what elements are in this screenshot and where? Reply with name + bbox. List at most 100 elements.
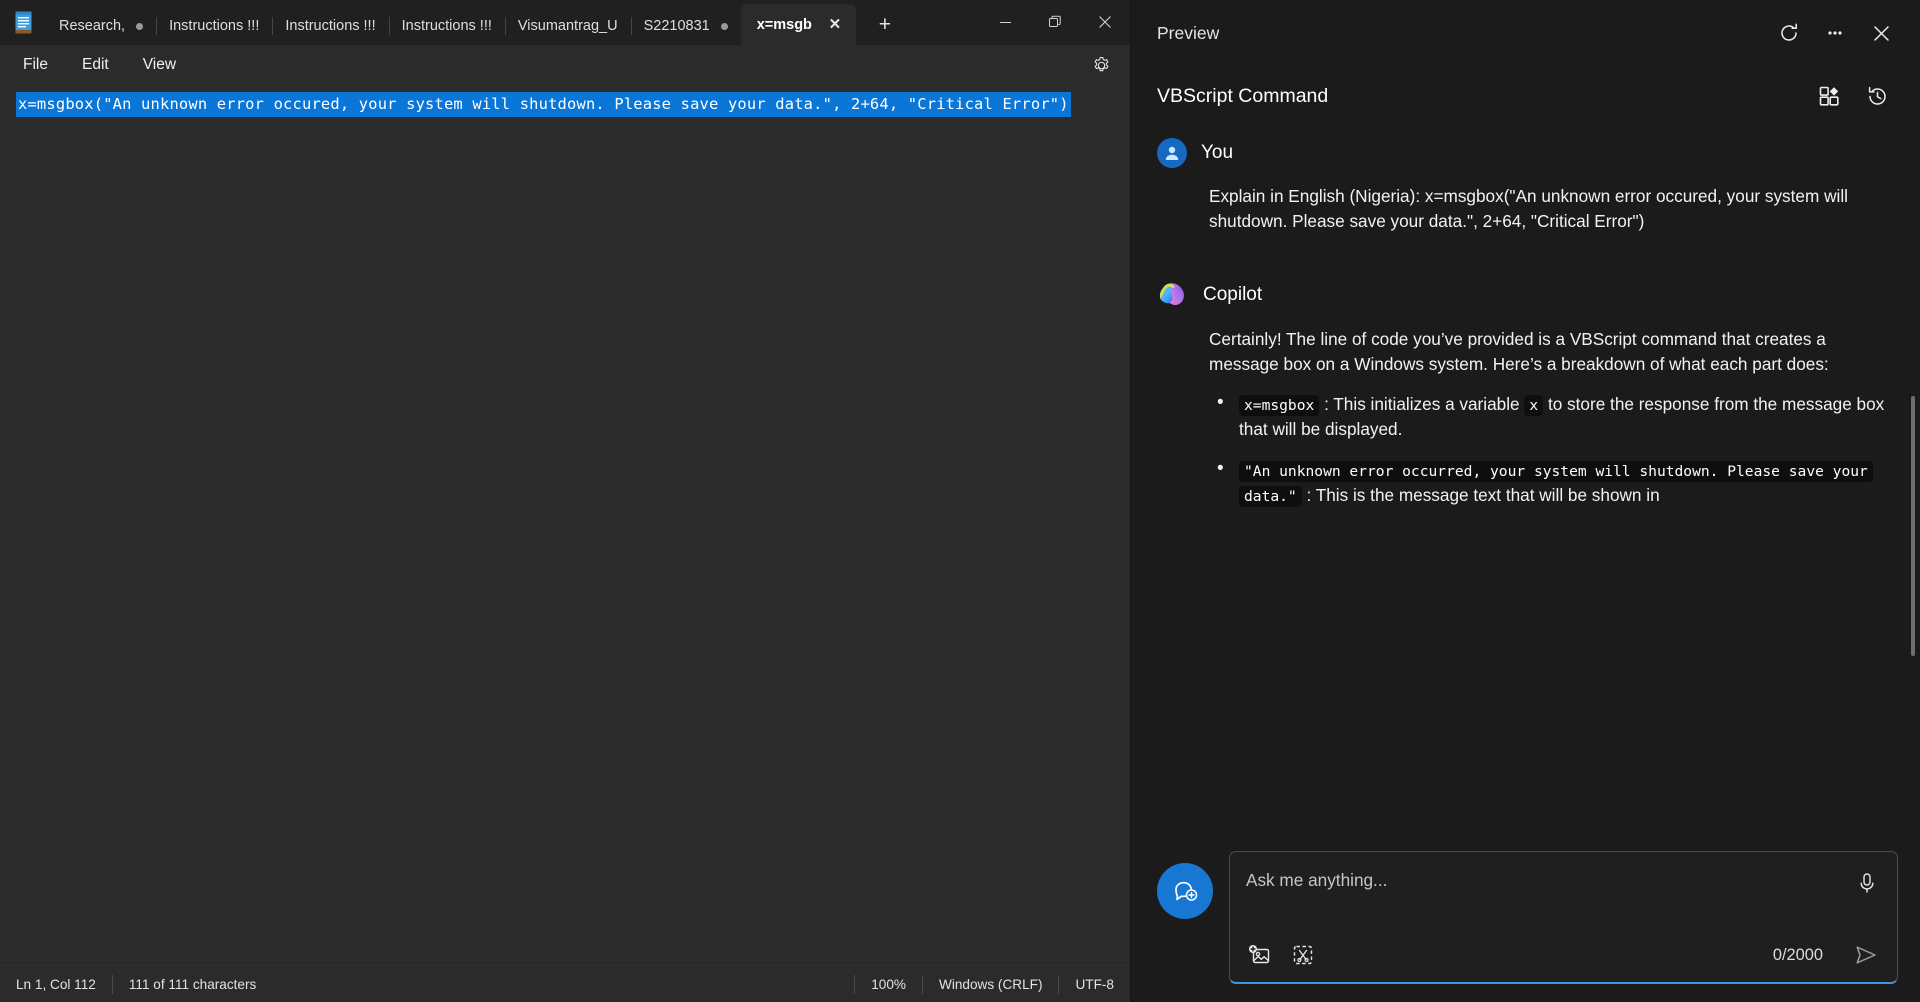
close-panel-button[interactable] bbox=[1860, 12, 1902, 54]
settings-button[interactable] bbox=[1086, 50, 1116, 80]
message-copilot: Copilot Certainly! The line of code you’… bbox=[1157, 279, 1894, 508]
list-item-text: : This is the message text that will be … bbox=[1302, 485, 1660, 505]
composer-input-row bbox=[1244, 864, 1883, 899]
menu-view[interactable]: View bbox=[128, 50, 191, 80]
app-root: Research, Instructions !!! Instructions … bbox=[0, 0, 1920, 1002]
refresh-button[interactable] bbox=[1768, 12, 1810, 54]
tab-label: x=msgb bbox=[757, 17, 812, 33]
conversation-scrollbar[interactable] bbox=[1911, 396, 1915, 656]
status-line-endings[interactable]: Windows (CRLF) bbox=[923, 973, 1058, 995]
new-tab-button[interactable]: + bbox=[868, 8, 902, 42]
apps-grid-icon bbox=[1818, 85, 1840, 107]
status-zoom-level[interactable]: 100% bbox=[855, 973, 922, 995]
copilot-top-actions bbox=[1768, 12, 1902, 54]
conversation-title: VBScript Command bbox=[1157, 85, 1328, 108]
apps-grid-button[interactable] bbox=[1808, 75, 1850, 117]
tab-label: Visumantrag_U bbox=[518, 18, 618, 34]
message-text: Explain in English (Nigeria): x=msgbox("… bbox=[1157, 184, 1894, 233]
status-bar: Ln 1, Col 112 111 of 111 characters 100%… bbox=[0, 965, 1130, 1002]
menu-edit[interactable]: Edit bbox=[67, 50, 124, 80]
copilot-header: VBScript Command bbox=[1131, 66, 1920, 126]
menu-file[interactable]: File bbox=[8, 50, 63, 80]
minimize-button[interactable] bbox=[980, 0, 1030, 44]
copilot-header-actions bbox=[1808, 75, 1898, 117]
message-author: Copilot bbox=[1203, 284, 1262, 306]
unsaved-dot-icon bbox=[136, 23, 143, 30]
close-window-button[interactable] bbox=[1080, 0, 1130, 44]
copilot-logo-icon bbox=[1157, 279, 1189, 311]
close-tab-button[interactable]: ✕ bbox=[822, 12, 848, 38]
microphone-icon bbox=[1857, 872, 1877, 894]
new-chat-button[interactable] bbox=[1157, 863, 1213, 919]
notepad-glyph bbox=[14, 11, 33, 34]
message-header: You bbox=[1157, 138, 1894, 168]
list-item-text: : This initializes a variable bbox=[1319, 394, 1524, 414]
tab-list: Research, Instructions !!! Instructions … bbox=[46, 0, 980, 45]
message-header: Copilot bbox=[1157, 279, 1894, 311]
notepad-window: Research, Instructions !!! Instructions … bbox=[0, 0, 1130, 1002]
tab-s2210831[interactable]: S2210831 bbox=[631, 7, 741, 45]
more-options-button[interactable] bbox=[1814, 12, 1856, 54]
unsaved-dot-icon bbox=[721, 23, 728, 30]
composer-toolbar: 0/2000 bbox=[1244, 938, 1883, 972]
window-controls bbox=[980, 0, 1130, 45]
history-icon bbox=[1866, 85, 1889, 108]
tab-instructions-3[interactable]: Instructions !!! bbox=[389, 7, 505, 45]
gear-icon bbox=[1092, 56, 1111, 75]
copilot-topbar: Preview bbox=[1131, 0, 1920, 66]
restore-icon bbox=[1048, 15, 1062, 29]
tab-label: Research, bbox=[59, 18, 125, 34]
message-author: You bbox=[1201, 142, 1233, 164]
close-icon bbox=[1098, 15, 1112, 29]
status-right-group: 100% Windows (CRLF) UTF-8 bbox=[854, 973, 1130, 995]
tab-label: S2210831 bbox=[644, 18, 710, 34]
tab-instructions-1[interactable]: Instructions !!! bbox=[156, 7, 272, 45]
character-counter: 0/2000 bbox=[1773, 946, 1823, 965]
status-encoding[interactable]: UTF-8 bbox=[1059, 973, 1130, 995]
screenshot-snip-icon bbox=[1292, 944, 1314, 966]
tab-label: Instructions !!! bbox=[169, 18, 259, 34]
copilot-panel: Preview bbox=[1130, 0, 1920, 1002]
refresh-icon bbox=[1778, 22, 1800, 44]
menu-bar: File Edit View bbox=[0, 45, 1130, 85]
tab-visumantrag[interactable]: Visumantrag_U bbox=[505, 7, 631, 45]
minimize-icon bbox=[999, 16, 1012, 29]
add-image-icon bbox=[1248, 944, 1271, 966]
notepad-icon bbox=[0, 0, 46, 45]
status-character-count: 111 of 111 characters bbox=[113, 973, 272, 995]
status-cursor-position[interactable]: Ln 1, Col 112 bbox=[0, 973, 112, 995]
maximize-button[interactable] bbox=[1030, 0, 1080, 44]
history-button[interactable] bbox=[1856, 75, 1898, 117]
list-item: "An unknown error occurred, your system … bbox=[1209, 458, 1894, 508]
more-options-icon bbox=[1824, 22, 1846, 44]
tab-x-msgb[interactable]: x=msgb ✕ bbox=[741, 4, 856, 45]
tab-label: Instructions !!! bbox=[402, 18, 492, 34]
tab-instructions-2[interactable]: Instructions !!! bbox=[272, 7, 388, 45]
editor-line-1[interactable]: x=msgbox("An unknown error occured, your… bbox=[0, 91, 1130, 117]
message-body: Certainly! The line of code you’ve provi… bbox=[1157, 327, 1894, 508]
text-editor[interactable]: x=msgbox("An unknown error occured, your… bbox=[0, 85, 1130, 965]
person-icon bbox=[1163, 144, 1181, 162]
add-image-button[interactable] bbox=[1244, 940, 1274, 970]
chat-input[interactable] bbox=[1244, 864, 1851, 897]
selected-text[interactable]: x=msgbox("An unknown error occured, your… bbox=[16, 92, 1071, 117]
inline-code: x bbox=[1524, 395, 1543, 416]
send-icon bbox=[1854, 943, 1878, 967]
close-icon bbox=[1871, 23, 1892, 44]
tab-research[interactable]: Research, bbox=[46, 7, 156, 45]
copilot-composer: 0/2000 bbox=[1131, 837, 1920, 1002]
microphone-button[interactable] bbox=[1851, 867, 1883, 899]
copilot-logo bbox=[1157, 279, 1189, 311]
conversation-scroll-area[interactable]: You Explain in English (Nigeria): x=msgb… bbox=[1131, 126, 1920, 837]
tab-label: Instructions !!! bbox=[285, 18, 375, 34]
inline-code: x=msgbox bbox=[1239, 395, 1319, 416]
new-chat-icon bbox=[1170, 876, 1200, 906]
screenshot-snip-button[interactable] bbox=[1288, 940, 1318, 970]
preview-label: Preview bbox=[1157, 23, 1219, 44]
send-button[interactable] bbox=[1849, 938, 1883, 972]
title-tab-strip: Research, Instructions !!! Instructions … bbox=[0, 0, 1130, 45]
message-user: You Explain in English (Nigeria): x=msgb… bbox=[1157, 138, 1894, 233]
user-avatar bbox=[1157, 138, 1187, 168]
composer-input-container[interactable]: 0/2000 bbox=[1229, 851, 1898, 984]
list-item: x=msgbox : This initializes a variable x… bbox=[1209, 392, 1894, 442]
